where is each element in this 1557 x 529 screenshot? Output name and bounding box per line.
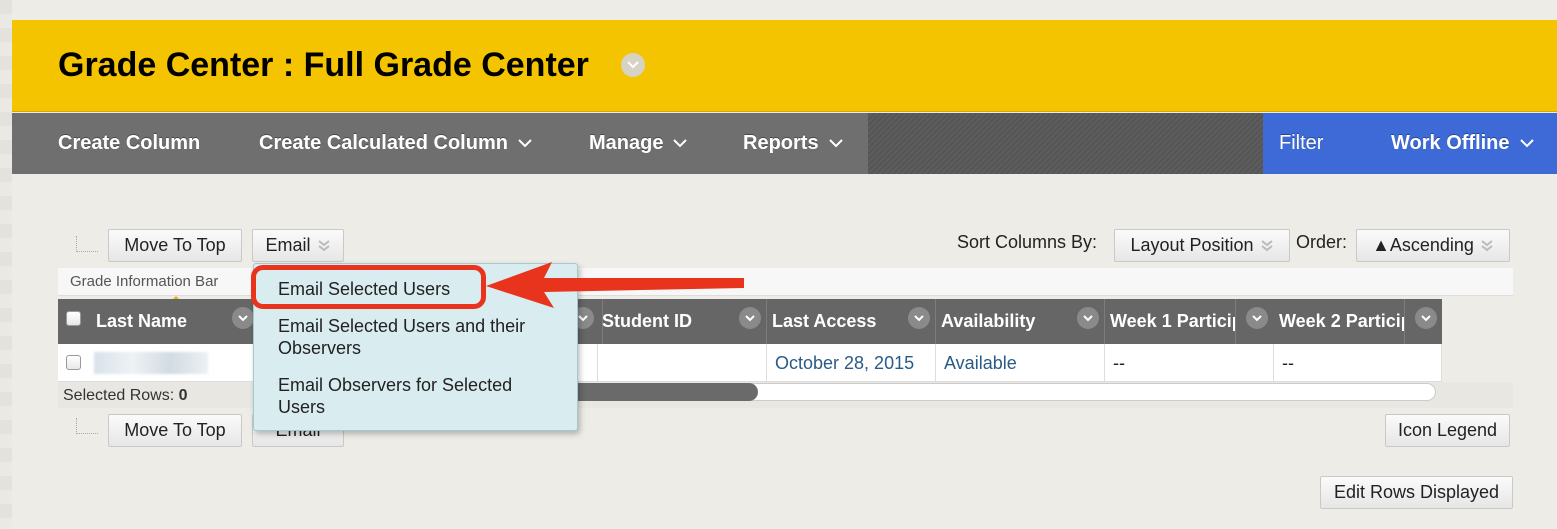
email-menu-button[interactable]: Email bbox=[252, 229, 344, 262]
cell-student-id bbox=[598, 344, 767, 382]
highlight-annotation bbox=[251, 265, 486, 309]
order-label: Order: bbox=[1296, 232, 1348, 252]
row-checkbox[interactable] bbox=[66, 355, 81, 370]
move-arrow-icon bbox=[76, 236, 98, 252]
chevron-down-icon bbox=[1519, 139, 1534, 148]
cell-last-access[interactable]: October 28, 2015 bbox=[767, 344, 936, 382]
action-bar-texture bbox=[868, 113, 1263, 174]
reports-label: Reports bbox=[743, 132, 819, 154]
create-calculated-column-menu[interactable]: Create Calculated Column bbox=[259, 113, 532, 174]
cell-week-1[interactable]: -- bbox=[1105, 344, 1274, 382]
move-to-top-label: Move To Top bbox=[124, 420, 226, 440]
create-calculated-column-label: Create Calculated Column bbox=[259, 132, 508, 154]
move-to-top-button[interactable]: Move To Top bbox=[108, 229, 242, 262]
chevron-down-icon bbox=[518, 139, 532, 148]
menu-item-email-selected-users-observers[interactable]: Email Selected Users and their Observers bbox=[278, 315, 525, 359]
selected-rows-indicator: Selected Rows: 0 bbox=[63, 387, 188, 405]
filter-button[interactable]: Filter bbox=[1279, 113, 1323, 174]
scrollbar-thumb[interactable] bbox=[560, 383, 758, 401]
order-value: ▲Ascending bbox=[1372, 235, 1474, 255]
title-menu-chevron-icon[interactable] bbox=[621, 53, 645, 77]
student-name-redacted bbox=[94, 352, 208, 374]
double-chevron-down-icon bbox=[1481, 239, 1493, 251]
sort-columns-by-select[interactable]: Layout Position bbox=[1114, 229, 1290, 262]
column-menu-chevron-icon[interactable] bbox=[232, 307, 254, 329]
menu-item-line: Email Selected Users and their bbox=[278, 316, 526, 336]
order-select[interactable]: ▲Ascending bbox=[1356, 229, 1510, 262]
column-menu-chevron-icon[interactable] bbox=[1246, 307, 1268, 329]
page-background-left bbox=[0, 0, 12, 529]
work-offline-menu[interactable]: Work Offline bbox=[1391, 113, 1534, 174]
create-column-button[interactable]: Create Column bbox=[58, 113, 200, 174]
chevron-down-icon bbox=[673, 139, 688, 148]
edit-rows-displayed-label: Edit Rows Displayed bbox=[1333, 482, 1500, 502]
grade-information-bar-label: Grade Information Bar bbox=[70, 273, 219, 290]
page-title: Grade Center : Full Grade Center bbox=[58, 46, 589, 84]
column-header-label: Availability bbox=[941, 311, 1036, 331]
reports-menu[interactable]: Reports bbox=[743, 113, 843, 174]
create-column-label: Create Column bbox=[58, 132, 201, 154]
column-menu-chevron-icon[interactable] bbox=[1077, 307, 1099, 329]
email-label: Email bbox=[265, 235, 311, 255]
double-chevron-down-icon bbox=[1260, 239, 1273, 251]
double-chevron-down-icon bbox=[317, 239, 330, 251]
chevron-down-icon bbox=[828, 139, 843, 148]
menu-item-email-observers-selected[interactable]: Email Observers for Selected Users bbox=[278, 374, 512, 418]
selected-rows-count: 0 bbox=[178, 387, 188, 404]
sort-columns-by-value: Layout Position bbox=[1130, 235, 1254, 255]
column-header-week-2[interactable]: Week 2 Particip bbox=[1274, 299, 1405, 344]
column-menu-chevron-icon[interactable] bbox=[739, 307, 761, 329]
menu-item-line: Users bbox=[278, 397, 326, 417]
column-header-label: Student ID bbox=[602, 311, 692, 331]
column-header-week-1[interactable]: Week 1 Particip bbox=[1105, 299, 1236, 344]
selected-rows-label: Selected Rows: bbox=[63, 387, 175, 404]
column-menu-chevron-icon[interactable] bbox=[1415, 307, 1437, 329]
column-header-label: Last Name bbox=[96, 311, 188, 331]
column-header-label: Last Access bbox=[772, 311, 877, 331]
select-all-checkbox[interactable] bbox=[66, 311, 81, 326]
action-bar: Create Column Create Calculated Column M… bbox=[12, 113, 1557, 174]
filter-label: Filter bbox=[1279, 132, 1324, 154]
work-offline-label: Work Offline bbox=[1391, 132, 1510, 154]
red-arrow-annotation-icon bbox=[486, 262, 744, 308]
manage-menu[interactable]: Manage bbox=[589, 113, 688, 174]
move-to-top-label: Move To Top bbox=[124, 235, 226, 255]
edit-rows-displayed-button[interactable]: Edit Rows Displayed bbox=[1320, 476, 1513, 509]
column-menu-chevron-icon[interactable] bbox=[908, 307, 930, 329]
move-to-top-button-bottom[interactable]: Move To Top bbox=[108, 414, 242, 447]
page-header: Grade Center : Full Grade Center bbox=[12, 20, 1557, 112]
cell-week-2[interactable]: -- bbox=[1274, 344, 1442, 382]
action-bar-right: Filter Work Offline bbox=[1263, 113, 1557, 174]
column-header-label: Week 1 Particip bbox=[1110, 311, 1236, 331]
cell-availability[interactable]: Available bbox=[936, 344, 1105, 382]
icon-legend-label: Icon Legend bbox=[1397, 420, 1498, 440]
menu-item-line: Email Observers for Selected bbox=[278, 375, 513, 395]
column-header-label: Week 2 Particip bbox=[1279, 311, 1405, 331]
icon-legend-button[interactable]: Icon Legend bbox=[1385, 414, 1510, 447]
move-arrow-icon bbox=[76, 418, 98, 434]
sort-columns-by-label: Sort Columns By: bbox=[957, 232, 1098, 252]
manage-label: Manage bbox=[589, 132, 664, 154]
menu-item-line: Observers bbox=[278, 338, 362, 358]
